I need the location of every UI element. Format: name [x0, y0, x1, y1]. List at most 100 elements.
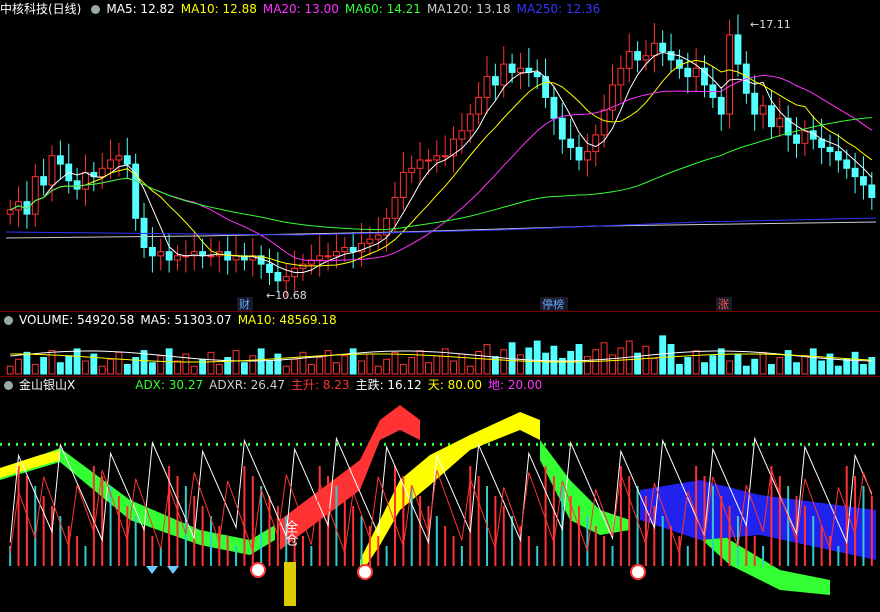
event-tag: 停榜: [542, 297, 564, 311]
volume-bar: [542, 352, 549, 375]
candle-body: [508, 63, 516, 73]
event-tag: 财: [239, 297, 250, 311]
red-band: [280, 405, 420, 550]
candle-body: [123, 155, 131, 165]
volume-bar: [834, 365, 842, 375]
candle-body: [843, 159, 851, 169]
candle-body: [834, 151, 842, 161]
volume-bar: [466, 365, 474, 375]
price-header: 中核科技(日线) MA5: 12.82 MA10: 12.88 MA20: 13.00…: [0, 1, 612, 18]
volume-bar: [115, 351, 123, 375]
event-tag: 涨: [718, 298, 729, 311]
indicator-legend-4: 天: 80.00: [427, 378, 482, 392]
volume-legend-2: MA10: 48569.18: [237, 313, 337, 327]
volume-bar: [82, 360, 89, 375]
chart-canvas: ←17.11 ←10.68 财 停榜 涨全仓: [0, 14, 880, 606]
volume-bar: [148, 362, 156, 375]
full-position-bar: [284, 562, 296, 606]
candle-body: [483, 76, 491, 98]
candle-body: [550, 96, 558, 119]
candle-body: [399, 171, 407, 198]
volume-bar: [349, 348, 357, 375]
candle-body: [868, 184, 876, 198]
volume-bar: [793, 362, 800, 375]
volume-bar: [768, 363, 775, 375]
stock-chart: ←17.11 ←10.68 财 停榜 涨全仓 中核科技(日线) MA5: 12.82 MA1…: [0, 0, 880, 612]
indicator-legend-5: 地: 20.00: [488, 378, 543, 392]
indicator-legend-3: 主跌: 16.12: [355, 378, 422, 392]
volume-bar: [65, 355, 73, 375]
volume-bar: [742, 365, 750, 375]
volume-bar: [6, 365, 14, 375]
volume-bar: [567, 350, 575, 375]
volume-bar: [23, 351, 31, 375]
candle-body: [801, 130, 809, 144]
volume-bar: [48, 350, 56, 375]
candle-body: [759, 105, 767, 115]
volume-bar: [299, 351, 307, 375]
volume-bar: [207, 351, 215, 375]
volume-bar: [73, 348, 81, 375]
settings-dot-icon[interactable]: [91, 5, 101, 14]
volume-bar: [667, 344, 675, 375]
candle-body: [793, 134, 800, 144]
diamond-icon: [146, 566, 158, 574]
candle-body: [458, 130, 466, 140]
candle-body: [374, 234, 382, 240]
settings-dot-icon[interactable]: [4, 381, 13, 390]
indicator-legend-1: ADXR: 26.47: [209, 378, 285, 392]
candle-body: [533, 71, 541, 78]
candle-body: [48, 155, 56, 186]
ma-legend-4: MA120: 13.18: [426, 2, 511, 16]
ma5-line: [9, 51, 873, 273]
candle-body: [734, 34, 742, 65]
volume-bar: [282, 365, 290, 375]
candle-body: [366, 238, 374, 244]
candle-body: [475, 96, 483, 115]
candle-body: [642, 55, 650, 61]
volume-bar: [751, 358, 759, 375]
candle-body: [132, 163, 140, 219]
volume-bar: [56, 362, 64, 375]
candle-body: [567, 138, 575, 148]
candle-body: [659, 42, 667, 53]
volume-bar: [533, 340, 541, 375]
candle-body: [148, 246, 156, 257]
candle-body: [349, 246, 357, 253]
volume-bar: [391, 351, 399, 375]
ma250-line: [5, 217, 877, 236]
volume-bar: [860, 363, 867, 375]
volume-bar: [784, 350, 792, 375]
volume-bar: [450, 360, 457, 375]
volume-bar: [123, 363, 131, 375]
candle-body: [826, 146, 834, 153]
volume-bar: [583, 356, 591, 375]
volume-bar: [675, 363, 683, 375]
volume-bar: [40, 357, 48, 375]
volume-bar: [383, 358, 391, 375]
volume-bar: [642, 345, 650, 375]
candle-body: [56, 155, 64, 165]
settings-dot-icon[interactable]: [4, 316, 13, 325]
volume-bar: [575, 344, 583, 375]
volume-bar: [107, 358, 114, 375]
ma-legend-0: MA5: 12.82: [106, 2, 175, 16]
candle-body: [441, 155, 449, 158]
volume-bar: [274, 353, 282, 375]
candle-body: [6, 209, 14, 215]
buy-marker-icon: [357, 564, 373, 580]
volume-bar: [366, 353, 374, 375]
volume-bar: [257, 348, 265, 375]
volume-bar: [734, 353, 742, 375]
candle-body: [600, 109, 608, 136]
volume-bar: [609, 354, 616, 375]
volume-bar: [425, 362, 432, 375]
candle-body: [274, 271, 282, 282]
candle-body: [575, 146, 583, 161]
volume-ma10: [10, 353, 872, 363]
ma-legend-1: MA10: 12.88: [180, 2, 257, 16]
volume-bar: [190, 365, 198, 375]
volume-bar: [717, 348, 725, 375]
volume-legend-1: MA5: 51303.07: [140, 313, 232, 327]
candle-body: [40, 176, 48, 186]
